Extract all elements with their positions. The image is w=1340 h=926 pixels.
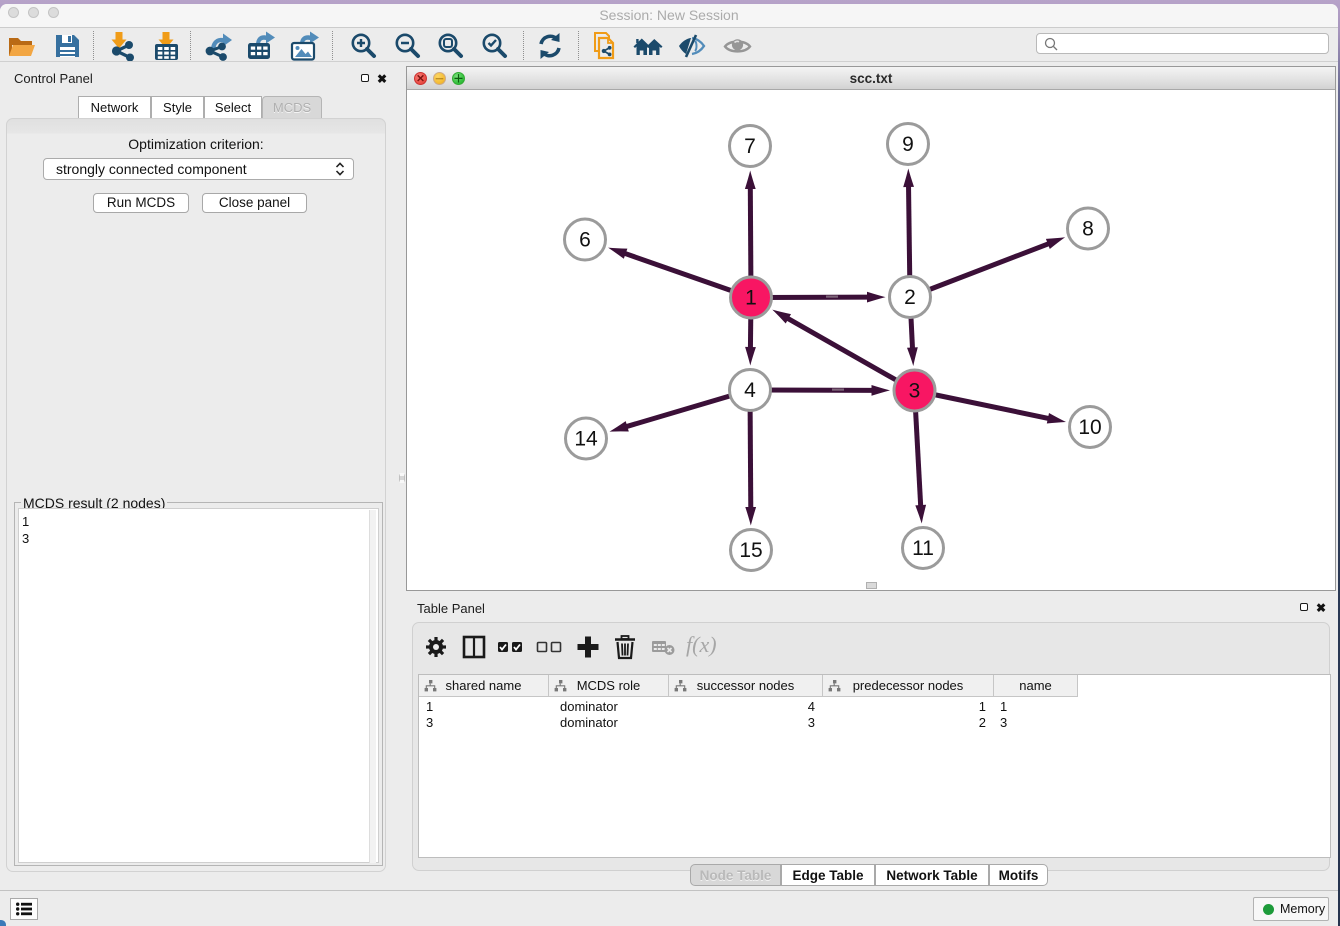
svg-text:1: 1 [745,287,757,310]
svg-text:4: 4 [744,379,756,402]
svg-text:14: 14 [574,428,598,451]
svg-text:11: 11 [912,537,934,560]
svg-text:10: 10 [1078,416,1101,439]
svg-text:2: 2 [904,286,916,309]
svg-text:15: 15 [739,539,762,562]
svg-text:6: 6 [579,229,591,252]
svg-text:7: 7 [744,135,756,158]
svg-text:9: 9 [902,133,914,156]
svg-text:8: 8 [1082,218,1094,241]
svg-text:3: 3 [909,380,921,403]
